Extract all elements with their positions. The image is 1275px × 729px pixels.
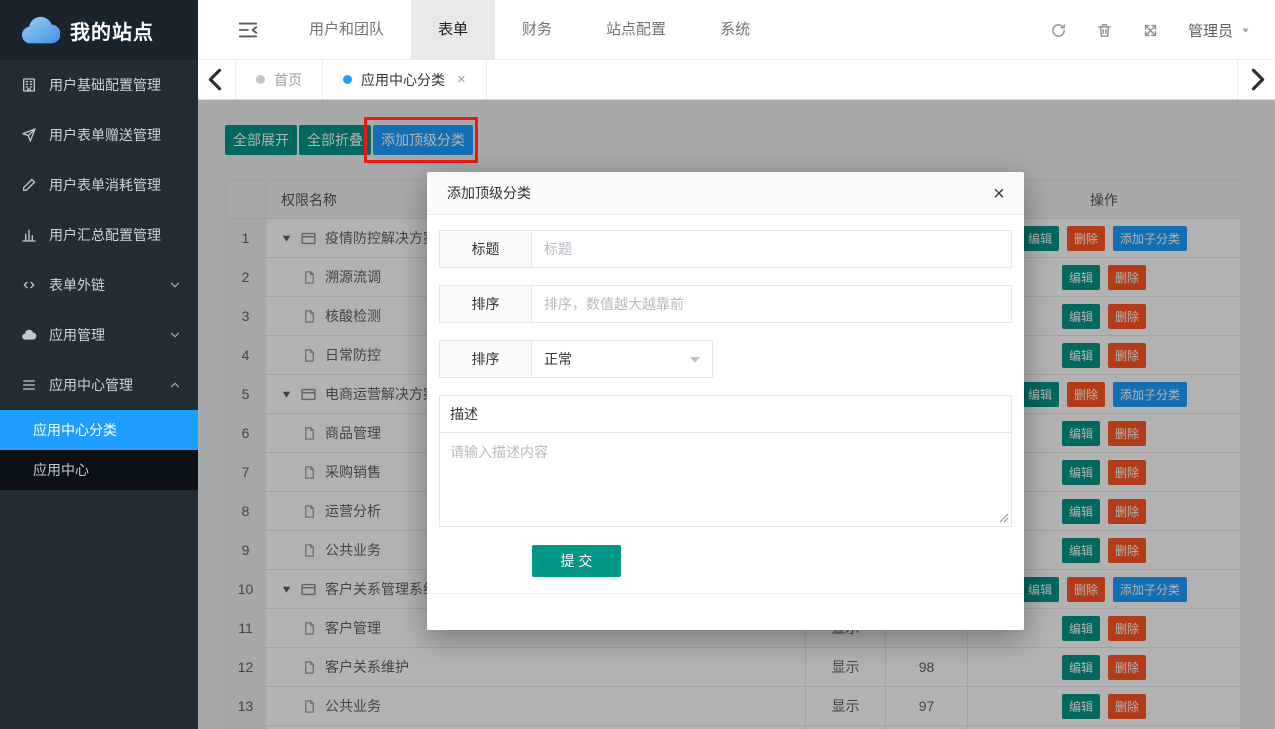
sidebar-subitem-应用中心分类[interactable]: 应用中心分类 <box>0 410 198 450</box>
nav-item-财务[interactable]: 财务 <box>495 0 579 60</box>
nav-item-系统[interactable]: 系统 <box>693 0 777 60</box>
nav-item-用户和团队[interactable]: 用户和团队 <box>282 0 411 60</box>
refresh-icon[interactable] <box>1050 22 1067 39</box>
sidebar-item-用户基础配置管理[interactable]: 用户基础配置管理 <box>0 60 198 110</box>
trash-icon[interactable] <box>1096 22 1113 39</box>
tabs-scroll-left-button[interactable] <box>198 60 236 99</box>
tabs-scroll-right-button[interactable] <box>1237 60 1275 99</box>
chevron-down-icon <box>168 278 182 292</box>
chart-icon <box>21 227 37 243</box>
top-nav-menu: 用户和团队表单财务站点配置系统 <box>282 0 777 60</box>
sidebar-subitem-应用中心[interactable]: 应用中心 <box>0 450 198 490</box>
send-icon <box>21 127 37 143</box>
sidebar-item-用户表单赠送管理[interactable]: 用户表单赠送管理 <box>0 110 198 160</box>
chevron-down-icon <box>168 328 182 342</box>
sidebar-item-表单外链[interactable]: 表单外链 <box>0 260 198 310</box>
brand-title: 我的站点 <box>70 16 154 45</box>
textarea-resize-grip[interactable] <box>999 513 1009 523</box>
nav-item-站点配置[interactable]: 站点配置 <box>579 0 693 60</box>
pen-icon <box>21 177 37 193</box>
sidebar-item-应用中心管理[interactable]: 应用中心管理 <box>0 360 198 410</box>
sidebar-item-label: 应用管理 <box>49 325 105 345</box>
nav-item-表单[interactable]: 表单 <box>411 0 495 60</box>
user-name: 管理员 <box>1188 20 1233 41</box>
close-icon[interactable]: × <box>986 181 1012 207</box>
sidebar: 用户基础配置管理用户表单赠送管理用户表单消耗管理用户汇总配置管理表单外链应用管理… <box>0 60 198 729</box>
sidebar-item-label: 应用中心管理 <box>49 375 133 395</box>
sidebar-item-label: 表单外链 <box>49 275 105 295</box>
modal-footer <box>427 593 1024 630</box>
status-select-value: 正常 <box>544 349 572 369</box>
cloud-icon <box>21 327 37 343</box>
sidebar-item-用户表单消耗管理[interactable]: 用户表单消耗管理 <box>0 160 198 210</box>
caret-down-icon <box>1240 25 1251 36</box>
tab-label: 应用中心分类 <box>361 70 445 90</box>
annotation-highlight-box <box>364 117 478 163</box>
sidebar-item-应用管理[interactable]: 应用管理 <box>0 310 198 360</box>
tab-status-dot <box>343 75 352 84</box>
cloud-logo-icon <box>20 14 60 46</box>
brand-logo[interactable]: 我的站点 <box>0 0 198 60</box>
tab-首页[interactable]: 首页 <box>236 60 323 99</box>
open-tabs: 首页 应用中心分类 × <box>236 60 487 99</box>
sidebar-submenu: 应用中心分类应用中心 <box>0 410 198 490</box>
sidebar-collapse-icon[interactable] <box>237 19 259 41</box>
top-navbar: 我的站点 用户和团队表单财务站点配置系统 管理员 <box>0 0 1275 60</box>
submit-button[interactable]: 提 交 <box>532 545 621 577</box>
code-icon <box>21 277 37 293</box>
status-select[interactable]: 正常 <box>531 340 713 378</box>
menu-icon <box>21 377 37 393</box>
user-menu[interactable]: 管理员 <box>1188 20 1251 41</box>
fullscreen-icon[interactable] <box>1142 22 1159 39</box>
tab-应用中心分类[interactable]: 应用中心分类 × <box>323 60 487 99</box>
navbar-right-actions: 管理员 <box>1050 0 1251 60</box>
tab-bar: 首页 应用中心分类 × <box>198 60 1275 100</box>
main-content: 全部展开 全部折叠 添加顶级分类 权限名称 操作 1疫情防控解决方案编辑删除添加… <box>198 100 1275 729</box>
tab-label: 首页 <box>274 70 302 90</box>
title-field-label: 标题 <box>439 230 532 268</box>
sidebar-item-label: 用户汇总配置管理 <box>49 225 161 245</box>
title-input[interactable] <box>531 230 1012 268</box>
chevron-up-icon <box>168 378 182 392</box>
sidebar-item-label: 用户表单赠送管理 <box>49 125 161 145</box>
description-label: 描述 <box>439 395 1012 433</box>
add-top-category-modal: 添加顶级分类 × 标题 排序 排序 正常 描述 <box>427 172 1024 630</box>
sort-input[interactable] <box>531 285 1012 323</box>
grid-icon <box>21 77 37 93</box>
sort-field-label: 排序 <box>439 285 532 323</box>
sidebar-item-用户汇总配置管理[interactable]: 用户汇总配置管理 <box>0 210 198 260</box>
modal-body: 标题 排序 排序 正常 描述 提 交 <box>427 215 1024 577</box>
sidebar-item-label: 用户基础配置管理 <box>49 75 161 95</box>
description-textarea[interactable] <box>439 432 1012 527</box>
select-arrow-icon <box>690 357 700 363</box>
sidebar-item-label: 用户表单消耗管理 <box>49 175 161 195</box>
tab-close-icon[interactable]: × <box>457 71 466 88</box>
status-field-label: 排序 <box>439 340 532 378</box>
tab-status-dot <box>256 75 265 84</box>
modal-title: 添加顶级分类 <box>427 172 1024 215</box>
